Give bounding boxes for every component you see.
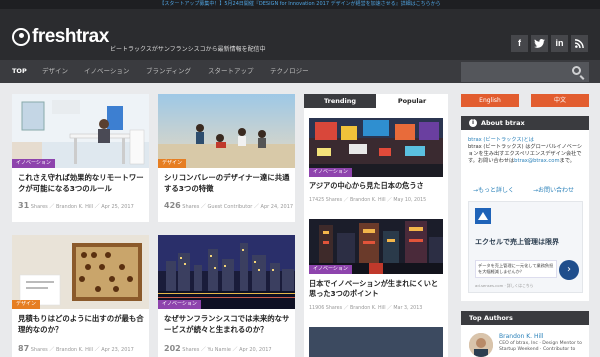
article-thumbnail[interactable]: イノベーション: [158, 235, 295, 309]
popular-title[interactable]: 日本でイノベーションが生まれにくいと思った3つのポイント: [309, 279, 443, 299]
nav-item-design[interactable]: デザイン: [42, 60, 68, 83]
site-header: freshtrax ビートラックスがサンフランシスコから最新情報を配信中 f i…: [0, 9, 600, 60]
info-icon: i: [469, 119, 477, 127]
category-badge[interactable]: デザイン: [12, 300, 41, 309]
site-tagline: ビートラックスがサンフランシスコから最新情報を配信中: [110, 46, 266, 53]
about-text: btrax (ビートラックス)とは btrax (ビートラックス) はグローバル…: [468, 137, 583, 164]
category-badge[interactable]: デザイン: [158, 159, 187, 168]
more-link[interactable]: →もっと詳しく: [473, 185, 514, 194]
trending-popular-tabs: Trending Popular: [304, 94, 448, 108]
article-card[interactable]: デザイン シリコンバレーのデザイナー達に共通する3つの特徴 426 Shares…: [158, 94, 295, 222]
about-heading: i About btrax: [461, 116, 589, 130]
logo-icon: [12, 28, 30, 46]
linkedin-icon[interactable]: in: [551, 35, 568, 52]
contact-link[interactable]: →お問い合わせ: [533, 185, 574, 194]
nav-item-branding[interactable]: ブランディング: [146, 60, 191, 83]
avatar[interactable]: [469, 333, 493, 357]
category-badge[interactable]: イノベーション: [12, 159, 55, 168]
tab-popular[interactable]: Popular: [376, 94, 448, 108]
category-badge[interactable]: イノベーション: [158, 300, 201, 309]
article-meta: 426 Shares ／ Guest Contributor ／ Apr 24,…: [164, 201, 294, 210]
category-badge[interactable]: イノベーション: [309, 168, 352, 177]
search-icon[interactable]: [572, 66, 581, 75]
search-input[interactable]: [461, 62, 589, 82]
top-authors-widget: Brandon K. Hill CEO of btrax, Inc · Desi…: [461, 325, 589, 357]
article-card[interactable]: イノベーション これさえ守れば効果的なリモートワークが可能になる3つのルール 3…: [12, 94, 149, 222]
twitter-icon[interactable]: [531, 35, 548, 52]
article-title[interactable]: シリコンバレーのデザイナー達に共通する3つの特徴: [164, 172, 294, 194]
about-link[interactable]: btrax (ビートラックス)とは: [468, 137, 534, 143]
article-meta: 31 Shares ／ Brandon K. Hill ／ Apr 25, 20…: [18, 201, 134, 210]
rss-icon[interactable]: [571, 35, 588, 52]
popular-thumbnail-partial[interactable]: [309, 327, 443, 357]
english-button[interactable]: English: [461, 94, 519, 107]
author-name[interactable]: Brandon K. Hill: [499, 333, 544, 340]
tab-trending[interactable]: Trending: [304, 94, 376, 108]
nav-item-technology[interactable]: テクノロジー: [270, 60, 309, 83]
article-meta: 87 Shares ／ Brandon K. Hill ／ Apr 23, 20…: [18, 344, 134, 353]
popular-item[interactable]: イノベーション アジアの中心から見た日本の危うさ 17425 Shares ／ …: [309, 118, 443, 208]
facebook-icon[interactable]: f: [511, 35, 528, 52]
popular-meta: 17425 Shares ／ Brandon K. Hill ／ May 10,…: [309, 198, 427, 203]
popular-title[interactable]: アジアの中心から見た日本の危うさ: [309, 181, 443, 191]
advertisement[interactable]: エクセルで売上管理は限界 データを売上管理に一元化して業務負担を大幅軽減しません…: [468, 201, 583, 293]
top-authors-heading: Top Authors: [461, 311, 589, 325]
ad-title[interactable]: エクセルで売上管理は限界: [475, 237, 559, 247]
site-logo[interactable]: freshtrax: [12, 26, 109, 48]
article-title[interactable]: なぜサンフランシスコでは未来的なサービスが続々と生まれるのか？: [164, 313, 294, 335]
article-thumbnail[interactable]: イノベーション: [12, 94, 149, 168]
ad-logo-icon: [475, 208, 491, 224]
nav-item-innovation[interactable]: イノベーション: [84, 60, 129, 83]
popular-item[interactable]: イノベーション 日本でイノベーションが生まれにくいと思った3つのポイント 119…: [309, 219, 443, 315]
email-link[interactable]: btrax@btrax.com: [514, 158, 559, 164]
article-title[interactable]: 見積もりはどのように出すのが最も合理的なのか？: [18, 313, 148, 335]
article-thumbnail[interactable]: デザイン: [12, 235, 149, 309]
chinese-button[interactable]: 中文: [531, 94, 589, 107]
announcement-bar[interactable]: 【スタートアップ募集中！】5月24日開催『DESIGN for Innovati…: [0, 0, 600, 9]
article-thumbnail[interactable]: デザイン: [158, 94, 295, 168]
article-title[interactable]: これさえ守れば効果的なリモートワークが可能になる3つのルール: [18, 172, 148, 194]
ad-go-button[interactable]: ›: [559, 260, 579, 280]
article-card[interactable]: デザイン 見積もりはどのように出すのが最も合理的なのか？ 87 Shares ／…: [12, 235, 149, 357]
category-badge[interactable]: イノベーション: [309, 265, 352, 274]
article-card[interactable]: イノベーション なぜサンフランシスコでは未来的なサービスが続々と生まれるのか？ …: [158, 235, 295, 357]
about-widget: btrax (ビートラックス)とは btrax (ビートラックス) はグローバル…: [461, 130, 589, 301]
nav-item-startup[interactable]: スタートアップ: [208, 60, 254, 83]
ad-footer: ad.senses.com · 詳しくはこちら: [475, 283, 534, 288]
logo-text: freshtrax: [32, 26, 109, 47]
ad-text[interactable]: データを売上管理に一元化して業務負担を大幅軽減しませんか？: [475, 260, 557, 278]
article-meta: 202 Shares ／ Yu Namie ／ Apr 20, 2017: [164, 344, 272, 353]
author-description: CEO of btrax, Inc · Design Mentor to Sta…: [499, 341, 582, 352]
popular-meta: 11906 Shares ／ Brandon K. Hill ／ Mar 3, …: [309, 306, 423, 311]
nav-item-top[interactable]: TOP: [12, 60, 27, 83]
